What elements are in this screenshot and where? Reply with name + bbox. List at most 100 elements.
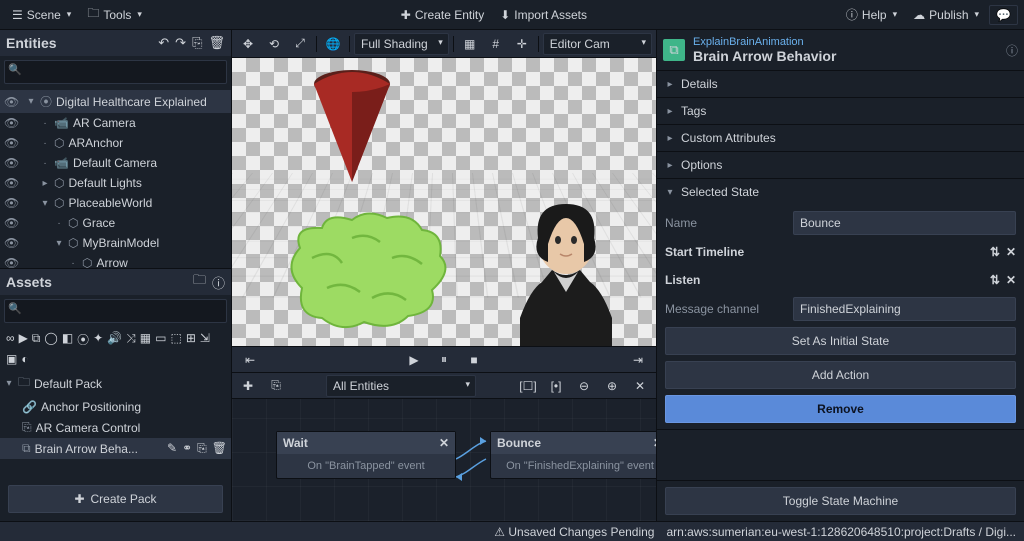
section-custom-attributes[interactable]: ▸Custom Attributes [657,125,1024,151]
import-assets-button[interactable]: ⬇Import Assets [494,4,593,26]
rotate-tool[interactable]: ⟲ [262,34,286,54]
snap-icon[interactable]: # [484,34,508,54]
gizmo-icon[interactable]: ✛ [510,34,534,54]
tree-row[interactable]: 👁▾⬡PlaceableWorld [0,193,231,213]
world-space-icon[interactable]: 🌐 [321,34,345,54]
tree-row[interactable]: 👁·📹Default Camera [0,153,231,173]
folder-new-icon[interactable]: 🗀 [193,271,206,293]
exit-right-icon[interactable]: ⇥ [626,350,650,370]
grab-tool[interactable]: ✥ [236,34,260,54]
duplicate-state-button[interactable]: ⎘ [264,376,288,396]
tree-row[interactable]: 👁▾⬡MyBrainModel [0,233,231,253]
tree-row[interactable]: 👁▸⬡Default Lights [0,173,231,193]
create-pack-button[interactable]: ✚Create Pack [8,485,223,513]
state-node-bounce[interactable]: Bounce✕ On "FinishedExplaining" event [490,431,656,479]
visibility-icon[interactable]: 👁 [4,216,18,230]
add-state-button[interactable]: ✚ [236,376,260,396]
visibility-icon[interactable]: 👁 [4,95,18,109]
visibility-icon[interactable]: 👁 [4,176,18,190]
section-tags[interactable]: ▸Tags [657,98,1024,124]
copy-icon[interactable]: ⎘ [197,441,207,456]
entities-tree: 👁▾⦿Digital Healthcare Explained👁·📹AR Cam… [0,88,231,268]
close-icon[interactable]: ✕ [1006,245,1016,259]
assets-search-input[interactable] [4,299,227,323]
close-icon[interactable]: ✕ [1006,273,1016,287]
asset-row[interactable]: ⎘AR Camera Control [0,417,231,438]
message-channel-input[interactable] [793,297,1016,321]
play-button[interactable]: ▶ [402,350,426,370]
section-options[interactable]: ▸Options [657,152,1024,178]
expand-icon[interactable]: ▾ [40,198,50,209]
help-icon[interactable]: ⓘ [212,273,225,292]
exit-left-icon[interactable]: ⇤ [238,350,262,370]
remove-button[interactable]: Remove [665,395,1016,423]
grid-icon[interactable]: ▦ [458,34,482,54]
visibility-icon[interactable]: 👁 [4,156,18,170]
zoom-out-icon[interactable]: ⊖ [572,376,596,396]
stop-button[interactable]: ■ [462,350,486,370]
feedback-button[interactable]: 💬 [989,5,1018,25]
viewport[interactable] [232,58,656,346]
tree-row[interactable]: 👁·⬡Grace [0,213,231,233]
entity-type-icon: 📹 [54,116,69,130]
state-node-body: On "BrainTapped" event [277,454,455,478]
redo-icon[interactable]: ↷ [175,35,186,51]
sort-icon[interactable]: ⇅ [990,245,1000,259]
toggle-state-machine-button[interactable]: Toggle State Machine [665,487,1016,515]
frame-selected-icon[interactable]: [•] [544,376,568,396]
publish-menu[interactable]: ☁Publish▾ [907,4,985,26]
visibility-icon[interactable]: 👁 [4,136,18,150]
undo-icon[interactable]: ↶ [158,35,169,51]
expand-icon[interactable]: ▸ [40,178,50,189]
sort-icon[interactable]: ⇅ [990,273,1000,287]
entity-filter-select[interactable]: All Entities [326,375,476,397]
asset-pack-row[interactable]: ▾🗀Default Pack [0,370,231,397]
expand-icon[interactable]: · [40,138,50,149]
asset-row[interactable]: ⧉Brain Arrow Beha...✎⚭⎘🗑 [0,438,231,459]
help-menu[interactable]: ⓘHelp▾ [840,2,903,27]
trash-icon[interactable]: 🗑 [208,35,225,51]
state-canvas[interactable]: Wait✕ On "BrainTapped" event Bounce✕ On … [232,398,656,521]
tree-row[interactable]: 👁·⬡ARAnchor [0,133,231,153]
close-icon[interactable]: ✕ [653,436,656,450]
zoom-in-icon[interactable]: ⊕ [600,376,624,396]
visibility-icon[interactable]: 👁 [4,236,18,250]
expand-icon[interactable]: · [68,258,78,269]
entities-search-input[interactable] [4,60,227,84]
section-selected-state[interactable]: ▾Selected State [657,179,1024,205]
scene-menu[interactable]: ☰Scene▾ [6,4,77,26]
info-icon[interactable]: ⓘ [1006,42,1018,59]
create-entity-button[interactable]: ✚Create Entity [395,4,490,26]
filter-icon[interactable]: ∞ [6,331,15,348]
asset-filter-row: ∞▶⧉◯◧⦿✦🔊⤨▦▭⬚⊞⇲▣◐ [0,327,231,370]
scale-tool[interactable]: ⤢ [288,34,312,54]
close-icon[interactable]: ✕ [439,436,449,450]
shading-select[interactable]: Full Shading [354,33,449,55]
expand-icon[interactable]: · [40,158,50,169]
expand-icon[interactable]: · [40,118,50,129]
name-input[interactable] [793,211,1016,235]
link-icon[interactable]: ⚭ [182,441,192,456]
asset-row[interactable]: 🔗Anchor Positioning [0,397,231,417]
tree-row[interactable]: 👁·📹AR Camera [0,113,231,133]
pause-button[interactable]: ⏸ [432,350,456,370]
edit-icon[interactable]: ✎ [167,441,177,456]
add-action-button[interactable]: Add Action [665,361,1016,389]
expand-icon[interactable]: · [54,218,64,229]
tree-row[interactable]: 👁·⬡Arrow [0,253,231,268]
close-panel-icon[interactable]: ✕ [628,376,652,396]
expand-icon[interactable]: ▾ [54,238,64,249]
tools-menu[interactable]: 🗀Tools▾ [81,0,148,29]
section-details[interactable]: ▸Details [657,71,1024,97]
copy-icon[interactable]: ⎘ [192,35,202,51]
trash-icon[interactable]: 🗑 [212,441,227,456]
visibility-icon[interactable]: 👁 [4,256,18,268]
visibility-icon[interactable]: 👁 [4,196,18,210]
set-initial-state-button[interactable]: Set As Initial State [665,327,1016,355]
visibility-icon[interactable]: 👁 [4,116,18,130]
state-node-wait[interactable]: Wait✕ On "BrainTapped" event [276,431,456,479]
expand-icon[interactable]: ▾ [26,96,36,107]
camera-select[interactable]: Editor Cam [543,33,652,55]
tree-row[interactable]: 👁▾⦿Digital Healthcare Explained [0,90,231,113]
frame-all-icon[interactable]: [☐] [516,376,540,396]
